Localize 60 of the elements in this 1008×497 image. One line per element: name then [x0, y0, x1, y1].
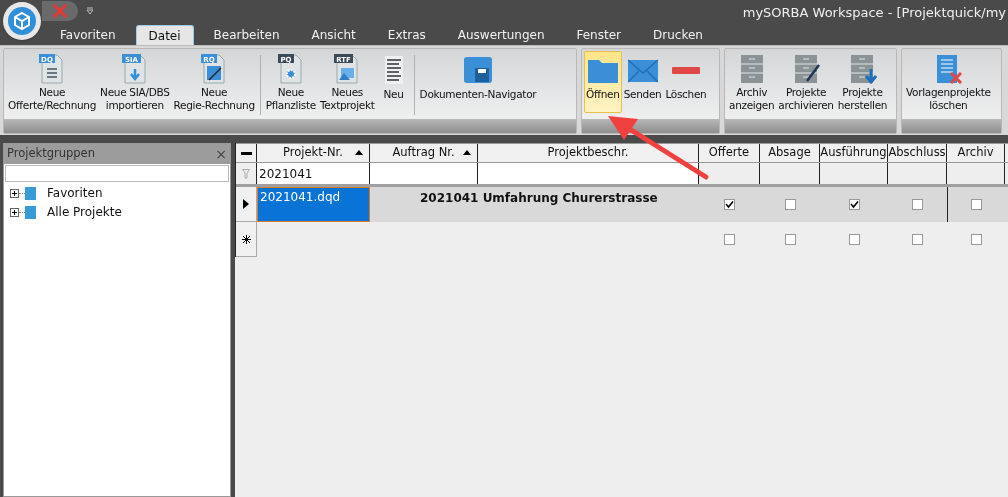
checkbox[interactable]	[848, 234, 860, 245]
tree-item[interactable]: Alle Projekte	[47, 203, 122, 221]
table-cell-text: 2021041 Umfahrung Churerstrasse	[420, 190, 658, 207]
menu-tab[interactable]: Extras	[375, 25, 438, 45]
disk-document-icon	[462, 55, 493, 85]
column-header[interactable]: Offerte	[699, 144, 760, 162]
search-field[interactable]	[5, 165, 229, 182]
ribbon-button[interactable]: Dokumenten-Navigator	[417, 51, 539, 113]
column-header[interactable]: Ausführung	[820, 144, 888, 162]
ribbon-button[interactable]: Archiv anzeigen	[727, 51, 777, 113]
checkbox[interactable]	[970, 234, 982, 245]
ribbon-button[interactable]: Vorlagenprojekte löschen	[904, 51, 993, 113]
menu-tab[interactable]: Datei	[135, 25, 194, 45]
ribbon-button[interactable]: Projekte archivieren	[776, 51, 836, 113]
checkbox[interactable]	[784, 234, 796, 245]
expand-icon[interactable]	[10, 207, 19, 217]
column-header[interactable]: Archiv	[947, 144, 1005, 162]
checkbox[interactable]	[971, 199, 982, 210]
menu-tab[interactable]: Favoriten	[48, 25, 128, 45]
column-header[interactable]: Auftrag Nr.	[370, 144, 478, 162]
folder-icon	[25, 186, 36, 200]
sort-icon	[355, 150, 363, 155]
ribbon-button[interactable]: Senden	[621, 51, 664, 113]
column-header[interactable]: Abschluss	[888, 144, 947, 162]
filter-field[interactable]: 2021041	[257, 163, 370, 184]
close-button[interactable]: ×	[215, 147, 227, 161]
ribbon-button[interactable]: Neu	[376, 51, 411, 113]
column-header[interactable]: Projekt-Nr.	[257, 144, 370, 162]
menu-tab[interactable]: Auswertungen	[445, 25, 557, 45]
column-header[interactable]: Projektbeschr.	[478, 144, 699, 162]
menu-tab[interactable]: Bearbeiten	[201, 25, 292, 45]
filter-field[interactable]	[370, 163, 478, 184]
collapse-icon[interactable]	[240, 151, 252, 155]
row-indicator-icon	[243, 199, 249, 209]
sort-icon	[463, 150, 471, 155]
checkbox[interactable]	[724, 234, 735, 245]
menu-tab[interactable]: Fenster	[564, 25, 633, 45]
column-header[interactable]: Absage	[760, 144, 820, 162]
menu-tab[interactable]: Drucken	[641, 25, 715, 45]
app-logo-icon[interactable]	[3, 2, 41, 40]
expand-icon[interactable]	[10, 188, 19, 198]
panel-title: Projektgruppen	[7, 145, 95, 163]
filter-field[interactable]	[478, 163, 699, 184]
tree-item[interactable]: Favoriten	[47, 184, 103, 202]
checkbox[interactable]	[784, 199, 796, 210]
ribbon-button[interactable]: Projekte herstellen	[835, 51, 890, 113]
dropdown-icon[interactable]	[86, 7, 94, 15]
window-title: mySORBA Workspace - [Projektquick/my	[742, 4, 1006, 22]
minus-icon	[671, 66, 700, 74]
new-row-icon	[241, 234, 251, 244]
checkbox[interactable]	[912, 234, 923, 245]
folder-icon	[25, 205, 36, 219]
checkbox[interactable]	[724, 199, 735, 210]
menu-tab[interactable]: Ansicht	[299, 25, 368, 45]
ribbon-button[interactable]: Öffnen	[584, 51, 622, 113]
checkbox[interactable]	[848, 199, 860, 210]
checkbox[interactable]	[912, 199, 923, 210]
filter-icon[interactable]	[242, 168, 250, 179]
table-cell[interactable]: 2021041.dqd	[257, 187, 370, 222]
ribbon-button[interactable]: Löschen	[663, 51, 709, 113]
